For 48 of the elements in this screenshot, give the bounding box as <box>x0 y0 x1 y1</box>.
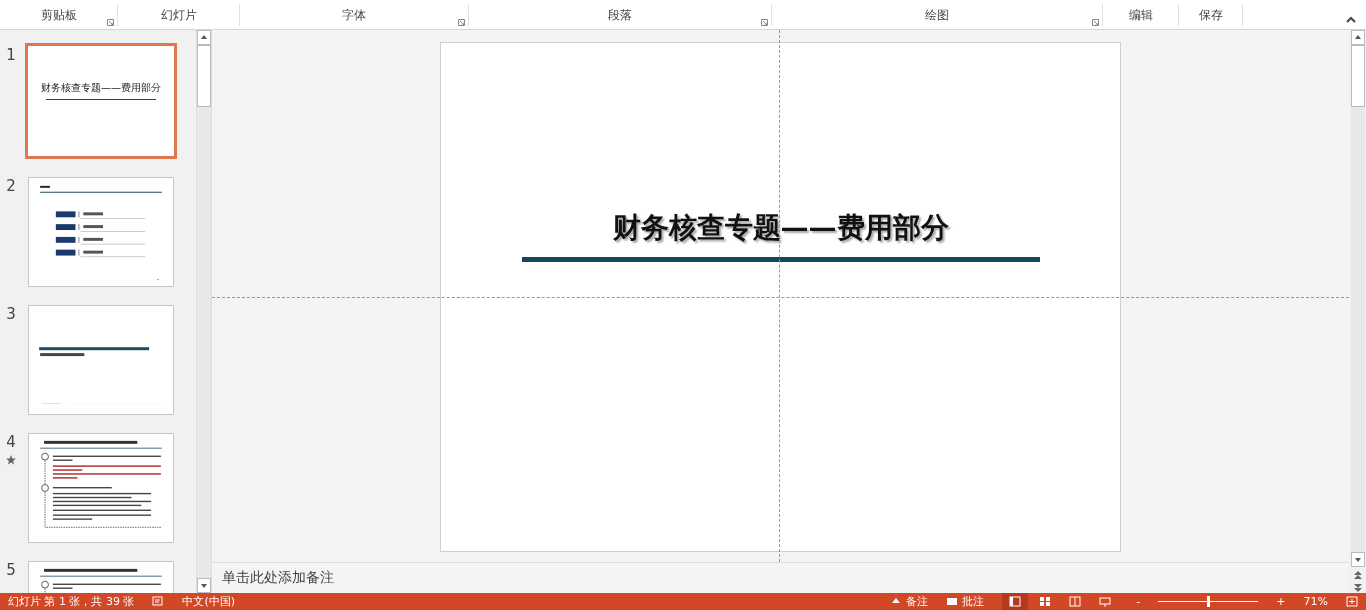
ribbon-group-label: 保存 <box>1179 4 1243 26</box>
previous-slide-icon[interactable] <box>1352 570 1363 580</box>
ribbon-group-label: 字体 <box>240 4 469 26</box>
slide-number: 2 <box>6 177 16 195</box>
dialog-launcher-icon[interactable] <box>1092 19 1099 26</box>
ribbon-group-label: 编辑 <box>1103 4 1179 26</box>
zoom-in-button[interactable]: + <box>1276 595 1286 608</box>
guide-line[interactable] <box>212 297 1349 298</box>
normal-view-icon[interactable] <box>1009 596 1022 607</box>
dialog-launcher-icon[interactable] <box>761 19 768 26</box>
slideshow-icon[interactable] <box>1099 596 1112 607</box>
scroll-up-icon[interactable] <box>1350 30 1365 45</box>
scroll-up-icon[interactable] <box>197 30 211 45</box>
spell-check-icon[interactable] <box>152 596 165 607</box>
ribbon-group-label: 剪贴板 <box>0 4 118 26</box>
language-indicator[interactable]: 中文(中国) <box>182 594 236 609</box>
scrollbar-thumb[interactable] <box>197 45 211 107</box>
scroll-down-icon[interactable] <box>197 578 211 593</box>
slide-counter: 幻灯片 第 1 张，共 39 张 <box>8 594 135 609</box>
guide-line[interactable] <box>779 30 780 562</box>
notes-button[interactable]: 备注 <box>890 594 929 609</box>
reading-view-icon[interactable] <box>1069 596 1082 607</box>
zoom-slider-thumb[interactable] <box>1207 596 1211 607</box>
slide-number: 1 <box>6 46 16 64</box>
notes-placeholder[interactable]: 单击此处添加备注 <box>222 569 334 587</box>
slide-thumbnail[interactable] <box>28 305 174 415</box>
slide-thumbnail[interactable] <box>28 177 174 287</box>
comments-button[interactable]: 批注 <box>946 594 985 609</box>
dialog-launcher-icon[interactable] <box>107 19 114 26</box>
slide-number: 5 <box>6 561 16 579</box>
slide-thumbnail[interactable] <box>28 433 174 543</box>
ribbon-group-label: 绘图 <box>772 4 1103 26</box>
ribbon-group-label: 段落 <box>469 4 772 26</box>
slide-number: 4 <box>6 433 16 451</box>
scrollbar-thumb[interactable] <box>1350 45 1365 107</box>
slide-number: 3 <box>6 305 16 323</box>
ribbon-group-label: 幻灯片 <box>118 4 240 26</box>
fit-to-window-icon[interactable] <box>1346 596 1358 607</box>
comment-icon <box>946 596 959 607</box>
zoom-level[interactable]: 71% <box>1303 595 1328 608</box>
zoom-out-button[interactable]: - <box>1136 595 1141 608</box>
slide-thumbnail[interactable]: 财务核查专题——费用部分 <box>25 43 177 159</box>
slide-title: 财务核查专题——费用部分 <box>40 81 162 95</box>
collapse-ribbon-icon[interactable] <box>1346 16 1356 23</box>
dialog-launcher-icon[interactable] <box>458 19 465 26</box>
slide-title[interactable]: 财务核查专题——费用部分 <box>612 209 949 247</box>
scroll-down-icon[interactable] <box>1350 552 1365 567</box>
slide-sorter-icon[interactable] <box>1039 596 1052 607</box>
